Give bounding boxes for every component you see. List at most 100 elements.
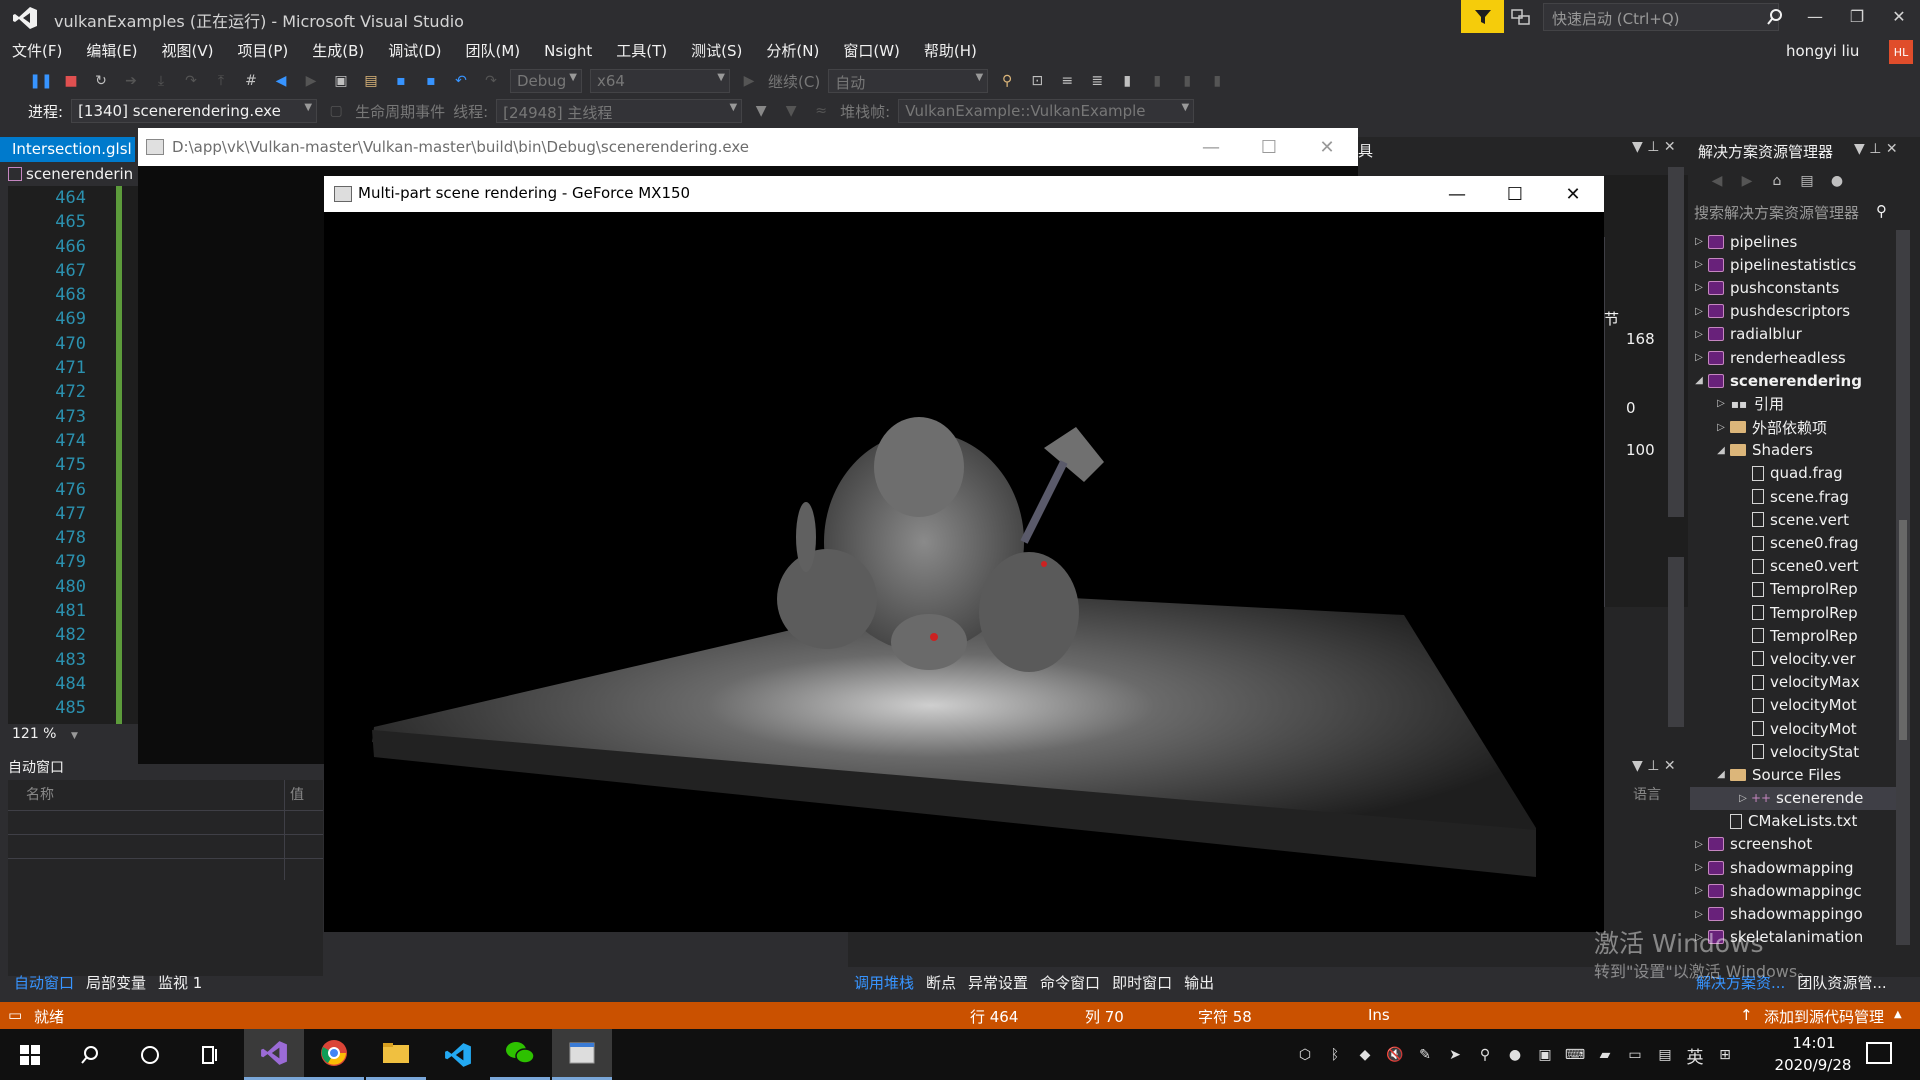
- thread-select[interactable]: [24948] 主线程 ▼: [496, 99, 743, 123]
- volume-muted-icon[interactable]: 🔇: [1384, 1044, 1406, 1066]
- auto-select[interactable]: 自动 ▼: [828, 69, 989, 93]
- menu-test[interactable]: 测试(S): [679, 36, 754, 66]
- console-close-button[interactable]: ✕: [1298, 128, 1356, 166]
- expanded-arrow-icon[interactable]: ◢: [1712, 769, 1730, 780]
- tree-item[interactable]: ▷ 外部依赖项: [1690, 416, 1896, 439]
- clock-date[interactable]: 2020/9/28: [1768, 1056, 1858, 1074]
- tree-item[interactable]: TemprolRep: [1690, 624, 1896, 647]
- thread-filter-icon[interactable]: ▼: [751, 101, 771, 121]
- collapsed-arrow-icon[interactable]: ▷: [1712, 422, 1730, 433]
- user-name[interactable]: hongyi liu: [1786, 42, 1859, 60]
- tree-item[interactable]: ▷ shadowmapping: [1690, 856, 1896, 879]
- lifecycle-icon[interactable]: ▢: [326, 101, 346, 121]
- flag-thread-icon[interactable]: ▼: [781, 101, 801, 121]
- tab-command-window[interactable]: 命令窗口: [1034, 972, 1106, 993]
- restart-icon[interactable]: ↻: [91, 71, 111, 91]
- char-indicator[interactable]: 字符 58: [1198, 1006, 1252, 1027]
- tree-item[interactable]: ▷ pipelinestatistics: [1690, 253, 1896, 276]
- feedback-icon[interactable]: [1510, 6, 1532, 28]
- keyboard-icon[interactable]: ⌨: [1564, 1044, 1586, 1066]
- tree-item[interactable]: velocity.ver: [1690, 647, 1896, 670]
- render-close-button[interactable]: ✕: [1544, 176, 1602, 212]
- find-in-files-icon[interactable]: ⚲: [997, 71, 1017, 91]
- ime-grid-icon[interactable]: ⊞: [1714, 1044, 1736, 1066]
- menu-tools[interactable]: 工具(T): [604, 36, 679, 66]
- insert-mode-indicator[interactable]: Ins: [1368, 1006, 1390, 1024]
- next-bookmark-icon[interactable]: ▮: [1177, 71, 1197, 91]
- cube-icon[interactable]: ⬡: [1294, 1044, 1316, 1066]
- tree-item[interactable]: quad.frag: [1690, 462, 1896, 485]
- search-icon[interactable]: [1766, 8, 1784, 26]
- clear-bookmarks-icon[interactable]: ▮: [1207, 71, 1227, 91]
- menu-edit[interactable]: 编辑(E): [74, 36, 149, 66]
- expanded-arrow-icon[interactable]: ◢: [1690, 375, 1708, 386]
- lifecycle-events-button[interactable]: 生命周期事件: [355, 101, 445, 122]
- console-minimize-button[interactable]: —: [1182, 128, 1240, 166]
- cortana-button[interactable]: [120, 1029, 180, 1080]
- switch-views-icon[interactable]: ▤: [1797, 171, 1817, 191]
- tab-output[interactable]: 输出: [1178, 972, 1220, 993]
- hex-display-icon[interactable]: #: [241, 71, 261, 91]
- tab-exception-settings[interactable]: 异常设置: [962, 972, 1034, 993]
- taskbar-console-app[interactable]: [552, 1029, 612, 1080]
- tree-item[interactable]: ▷ renderheadless: [1690, 346, 1896, 369]
- menu-analyze[interactable]: 分析(N): [754, 36, 831, 66]
- pause-icon[interactable]: ❚❚: [29, 71, 52, 91]
- quick-launch-input[interactable]: 快速启动 (Ctrl+Q): [1543, 3, 1779, 31]
- open-file-icon[interactable]: ▤: [361, 71, 381, 91]
- redo-icon[interactable]: ↷: [481, 71, 501, 91]
- search-tray-icon[interactable]: ⚲: [1474, 1044, 1496, 1066]
- taskbar-vscode[interactable]: [428, 1029, 488, 1080]
- tree-item[interactable]: scene.vert: [1690, 508, 1896, 531]
- undo-icon[interactable]: ↶: [451, 71, 471, 91]
- menu-window[interactable]: 窗口(W): [831, 36, 912, 66]
- console-maximize-button[interactable]: ☐: [1240, 128, 1298, 166]
- nvidia-icon[interactable]: ▰: [1594, 1044, 1616, 1066]
- collapsed-arrow-icon[interactable]: ▷: [1690, 885, 1708, 896]
- action-center-icon[interactable]: [1866, 1042, 1892, 1064]
- send-icon[interactable]: ➤: [1444, 1044, 1466, 1066]
- solution-config-select[interactable]: Debug ▼: [510, 69, 582, 93]
- start-button[interactable]: [0, 1029, 60, 1080]
- menu-file[interactable]: 文件(F): [0, 36, 74, 66]
- prev-bookmark-icon[interactable]: ▮: [1147, 71, 1167, 91]
- tree-item[interactable]: TemprolRep: [1690, 601, 1896, 624]
- scrollbar-thumb[interactable]: [1899, 520, 1907, 740]
- step-over-icon[interactable]: ↷: [181, 71, 201, 91]
- taskbar-visual-studio[interactable]: [244, 1029, 304, 1080]
- tree-item[interactable]: ◢ scenerendering: [1690, 369, 1896, 392]
- collapsed-arrow-icon[interactable]: ▷: [1690, 909, 1708, 920]
- render-maximize-button[interactable]: ☐: [1486, 176, 1544, 212]
- collapsed-arrow-icon[interactable]: ▷: [1690, 839, 1708, 850]
- collapsed-arrow-icon[interactable]: ▷: [1690, 329, 1708, 340]
- expanded-arrow-icon[interactable]: ◢: [1712, 445, 1730, 456]
- save-icon[interactable]: ▪: [391, 71, 411, 91]
- autos-grid[interactable]: [8, 780, 323, 976]
- tree-item[interactable]: scene.frag: [1690, 485, 1896, 508]
- collapsed-arrow-icon[interactable]: ▷: [1690, 236, 1708, 247]
- menu-project[interactable]: 项目(P): [226, 36, 301, 66]
- notification-filter-button[interactable]: [1461, 0, 1504, 33]
- task-view-button[interactable]: [180, 1029, 240, 1080]
- process-select[interactable]: [1340] scenerendering.exe ▼: [71, 99, 318, 123]
- column-header-value[interactable]: 值: [290, 784, 304, 804]
- step-out-icon[interactable]: ⤒: [211, 71, 231, 91]
- avatar[interactable]: HL: [1889, 40, 1913, 64]
- comment-icon[interactable]: ≡: [1057, 71, 1077, 91]
- tree-item[interactable]: ▷ shadowmappingo: [1690, 902, 1896, 925]
- tab-intersection-glsl[interactable]: Intersection.glsl: [0, 137, 135, 162]
- platform-select[interactable]: x64 ▼: [590, 69, 730, 93]
- tree-item[interactable]: ▷ pipelines: [1690, 230, 1896, 253]
- collapsed-arrow-icon[interactable]: ▷: [1690, 862, 1708, 873]
- clock-time[interactable]: 14:01: [1782, 1034, 1846, 1052]
- tree-item[interactable]: velocityMot: [1690, 717, 1896, 740]
- taskbar-chrome[interactable]: [304, 1029, 364, 1080]
- tree-item[interactable]: ◢ Shaders: [1690, 439, 1896, 462]
- render-viewport[interactable]: [324, 212, 1604, 932]
- scrollbar[interactable]: [1668, 167, 1684, 517]
- scrollbar[interactable]: [1668, 557, 1684, 727]
- taskbar-file-explorer[interactable]: [366, 1029, 426, 1080]
- collapsed-arrow-icon[interactable]: ▷: [1690, 352, 1708, 363]
- back-icon[interactable]: ◀: [1707, 171, 1727, 191]
- tree-item[interactable]: TemprolRep: [1690, 578, 1896, 601]
